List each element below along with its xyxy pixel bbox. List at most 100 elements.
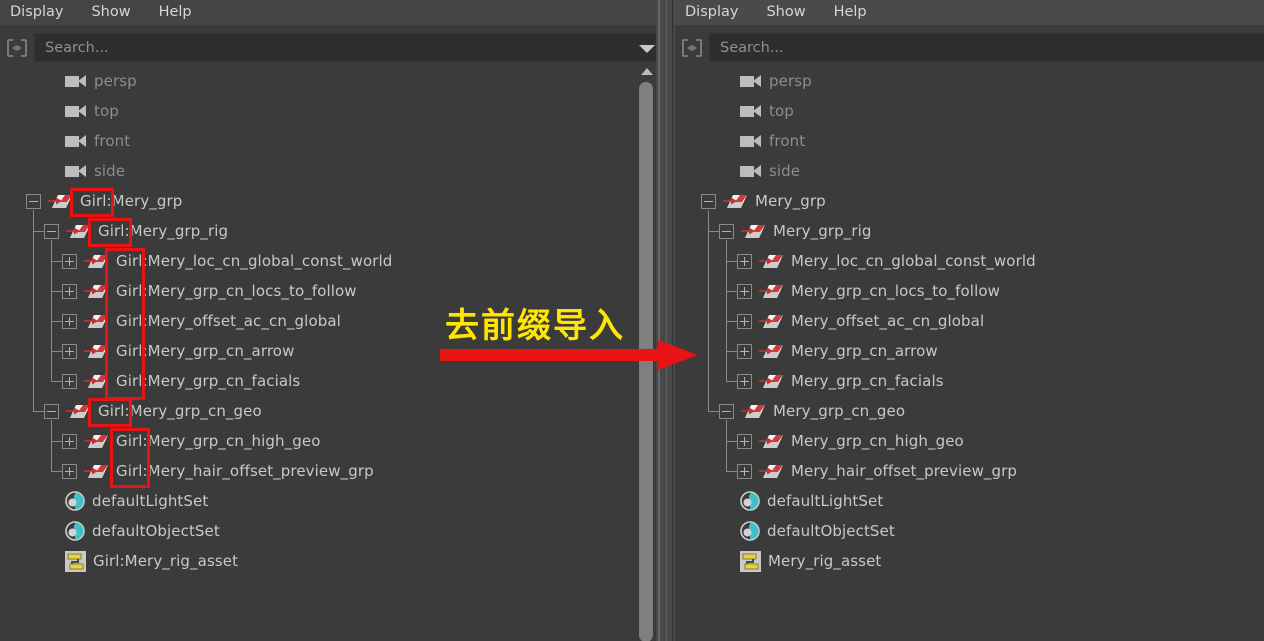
tree-row-label: Girl:Mery_grp_cn_facials [116, 372, 300, 390]
tree-indent [0, 456, 62, 486]
tree-row[interactable]: defaultObjectSet [675, 516, 1264, 546]
menu-help[interactable]: Help [145, 0, 206, 25]
tree-row-label: Girl:Mery_rig_asset [93, 552, 238, 570]
menu-show[interactable]: Show [752, 0, 819, 25]
tree-indent [0, 156, 44, 186]
expand-icon[interactable] [737, 314, 752, 329]
menu-display[interactable]: Display [675, 0, 752, 25]
camera-icon [740, 104, 762, 118]
left-search-row: Search... [0, 33, 656, 63]
tree-spacer [719, 524, 734, 539]
tree-row[interactable]: Girl:Mery_grp_cn_high_geo [0, 426, 656, 456]
expand-icon[interactable] [737, 464, 752, 479]
tree-row[interactable]: Mery_grp_cn_facials [675, 366, 1264, 396]
menu-help[interactable]: Help [820, 0, 881, 25]
tree-indent [675, 276, 737, 306]
expand-icon[interactable] [62, 434, 77, 449]
tree-indent [0, 216, 44, 246]
tree-indent [0, 366, 62, 396]
tree-row-label: Mery_grp_cn_high_geo [791, 432, 964, 450]
expand-icon[interactable] [62, 314, 77, 329]
fit-selection-icon[interactable] [5, 36, 29, 60]
tree-row-label: defaultObjectSet [767, 522, 895, 540]
tree-indent [675, 396, 719, 426]
set-icon [65, 521, 85, 541]
collapse-icon[interactable] [26, 194, 41, 209]
tree-spacer [719, 164, 734, 179]
expand-icon[interactable] [737, 434, 752, 449]
tree-row[interactable]: Mery_loc_cn_global_const_world [675, 246, 1264, 276]
tree-row[interactable]: Mery_grp_cn_arrow [675, 336, 1264, 366]
right-outliner-tree[interactable]: persptopfrontsideMery_grpMery_grp_rigMer… [675, 66, 1264, 641]
collapse-icon[interactable] [44, 404, 59, 419]
tree-row[interactable]: persp [0, 66, 656, 96]
scroll-up-arrow[interactable] [641, 68, 653, 75]
collapse-icon[interactable] [44, 224, 59, 239]
tree-indent [675, 246, 737, 276]
search-input[interactable]: Search... [34, 33, 668, 62]
expand-icon[interactable] [62, 464, 77, 479]
tree-row[interactable]: Girl:Mery_loc_cn_global_const_world [0, 246, 656, 276]
fit-selection-icon[interactable] [680, 36, 704, 60]
tree-row[interactable]: top [0, 96, 656, 126]
transform-icon [758, 463, 784, 480]
tree-row[interactable]: Girl:Mery_grp [0, 186, 656, 216]
tree-spacer [44, 164, 59, 179]
tree-row[interactable]: Mery_offset_ac_cn_global [675, 306, 1264, 336]
expand-icon[interactable] [62, 254, 77, 269]
menu-display[interactable]: Display [0, 0, 77, 25]
tree-indent [0, 96, 44, 126]
tree-row[interactable]: persp [675, 66, 1264, 96]
tree-row[interactable]: defaultLightSet [0, 486, 656, 516]
collapse-icon[interactable] [701, 194, 716, 209]
tree-row[interactable]: Mery_hair_offset_preview_grp [675, 456, 1264, 486]
expand-icon[interactable] [737, 344, 752, 359]
transform-icon [758, 253, 784, 270]
search-input[interactable]: Search... [709, 33, 1264, 62]
tree-row[interactable]: defaultObjectSet [0, 516, 656, 546]
tree-row[interactable]: Girl:Mery_grp_cn_geo [0, 396, 656, 426]
expand-icon[interactable] [62, 284, 77, 299]
transform-icon [758, 373, 784, 390]
tree-row[interactable]: Mery_grp_cn_high_geo [675, 426, 1264, 456]
tree-indent [0, 66, 44, 96]
tree-row[interactable]: side [675, 156, 1264, 186]
collapse-icon[interactable] [719, 224, 734, 239]
camera-icon [65, 104, 87, 118]
collapse-icon[interactable] [719, 404, 734, 419]
tree-row[interactable]: front [675, 126, 1264, 156]
tree-row[interactable]: Mery_grp [675, 186, 1264, 216]
expand-icon[interactable] [62, 374, 77, 389]
tree-row[interactable]: Mery_rig_asset [675, 546, 1264, 576]
chevron-down-icon[interactable] [639, 45, 655, 53]
tree-row[interactable]: front [0, 126, 656, 156]
tree-spacer [719, 104, 734, 119]
right-outliner-panel: Display Show Help Search... persptopfron… [675, 0, 1264, 641]
tree-row[interactable]: Mery_grp_rig [675, 216, 1264, 246]
menu-show[interactable]: Show [77, 0, 144, 25]
tree-spacer [44, 134, 59, 149]
tree-row[interactable]: side [0, 156, 656, 186]
left-menubar: Display Show Help [0, 0, 656, 25]
annotation-right-arrow [440, 338, 700, 376]
expand-icon[interactable] [737, 254, 752, 269]
tree-row[interactable]: Girl:Mery_hair_offset_preview_grp [0, 456, 656, 486]
tree-row[interactable]: top [675, 96, 1264, 126]
tree-row[interactable]: defaultLightSet [675, 486, 1264, 516]
tree-indent [0, 336, 62, 366]
tree-row[interactable]: Mery_grp_cn_locs_to_follow [675, 276, 1264, 306]
tree-spacer [44, 494, 59, 509]
transform-icon [65, 403, 91, 420]
asset-icon [65, 551, 86, 572]
expand-icon[interactable] [737, 374, 752, 389]
tree-indent [675, 96, 719, 126]
transform-icon [83, 373, 109, 390]
tree-row[interactable]: Mery_grp_cn_geo [675, 396, 1264, 426]
transform-icon [83, 433, 109, 450]
tree-row[interactable]: Girl:Mery_grp_rig [0, 216, 656, 246]
tree-row[interactable]: Girl:Mery_rig_asset [0, 546, 656, 576]
expand-icon[interactable] [737, 284, 752, 299]
camera-icon [65, 164, 87, 178]
tree-spacer [719, 134, 734, 149]
expand-icon[interactable] [62, 344, 77, 359]
